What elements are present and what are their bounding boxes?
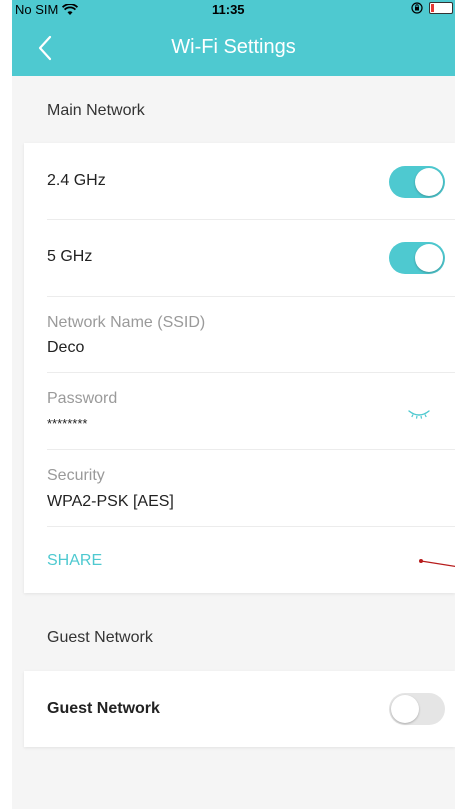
band-5ghz-label: 5 GHz <box>47 248 93 265</box>
carrier-group: No SIM <box>15 2 79 17</box>
orientation-lock-icon <box>411 2 423 14</box>
toggle-knob <box>391 695 419 723</box>
annotation-marker <box>419 559 455 567</box>
ssid-row[interactable]: Network Name (SSID) Deco <box>47 296 455 373</box>
band-5ghz-row: 5 GHz <box>47 219 455 297</box>
security-row[interactable]: Security WPA2-PSK [AES] <box>47 449 455 527</box>
ssid-label: Network Name (SSID) <box>47 314 206 331</box>
battery-icon <box>429 2 453 14</box>
band-5ghz-toggle[interactable] <box>389 242 445 274</box>
toggle-knob <box>415 244 443 272</box>
guest-network-section-label: Guest Network <box>47 629 153 646</box>
guest-network-toggle[interactable] <box>389 693 445 725</box>
app-frame: No SIM 11:35 Wi-Fi Settings Main Network… <box>12 0 455 809</box>
guest-network-row: Guest Network <box>47 671 455 747</box>
wifi-icon <box>62 3 79 15</box>
status-right-group <box>411 2 453 14</box>
ssid-value: Deco <box>47 339 85 356</box>
band-24ghz-row: 2.4 GHz <box>47 143 455 220</box>
main-network-section-label: Main Network <box>47 102 145 119</box>
security-value: WPA2-PSK [AES] <box>47 493 174 510</box>
password-label: Password <box>47 390 118 407</box>
band-24ghz-toggle[interactable] <box>389 166 445 198</box>
security-label: Security <box>47 467 105 484</box>
guest-network-label: Guest Network <box>47 700 160 717</box>
navigation-bar: Wi-Fi Settings <box>12 20 455 76</box>
toggle-knob <box>415 168 443 196</box>
share-link[interactable]: SHARE <box>47 552 102 570</box>
eye-closed-icon[interactable] <box>407 408 431 422</box>
band-24ghz-label: 2.4 GHz <box>47 172 106 189</box>
password-value: ******** <box>47 416 88 431</box>
share-row: SHARE <box>47 526 455 593</box>
password-row[interactable]: Password ******** <box>47 372 455 450</box>
main-network-card: 2.4 GHz 5 GHz Network Name (SSID) Deco P… <box>24 143 455 593</box>
carrier-label: No SIM <box>15 2 59 17</box>
status-time: 11:35 <box>212 2 245 17</box>
status-bar: No SIM 11:35 <box>12 0 455 20</box>
guest-network-card: Guest Network <box>24 671 455 747</box>
page-title: Wi-Fi Settings <box>171 36 296 58</box>
